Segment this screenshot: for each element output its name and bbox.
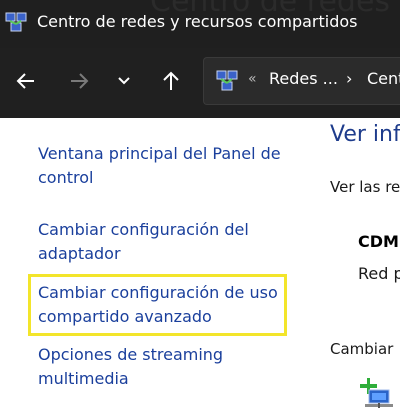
breadcrumb-separator[interactable]: › — [346, 69, 352, 88]
page-heading: Ver info — [330, 122, 400, 147]
network-center-icon — [5, 12, 27, 32]
arrow-left-icon — [16, 73, 34, 89]
network-type: Red p — [358, 264, 400, 283]
arrow-right-icon — [71, 73, 89, 89]
change-section-label: Cambiar — [330, 340, 394, 358]
title-bar: Centro de redes y Centro de redes y recu… — [0, 0, 400, 48]
forward-button[interactable] — [63, 65, 95, 97]
recent-locations-button[interactable] — [108, 65, 140, 97]
content-area: Ventana principal del Panel de control C… — [0, 118, 400, 420]
breadcrumb-redes[interactable]: Redes ... — [269, 69, 338, 88]
breadcrumb-overflow[interactable]: « — [248, 71, 257, 87]
address-bar[interactable]: « Redes ... › Cent — [203, 57, 400, 105]
page-subheading: Ver las re — [330, 178, 400, 196]
new-connection-icon[interactable] — [357, 372, 397, 412]
sidebar-link-media-streaming[interactable]: Opciones de streaming multimedia — [38, 343, 293, 391]
window-title: Centro de redes y recursos compartidos — [37, 12, 358, 31]
arrow-up-icon — [163, 71, 179, 90]
breadcrumb-centro[interactable]: Cent — [367, 69, 400, 88]
up-button[interactable] — [155, 65, 187, 97]
network-name: CDM — [358, 232, 399, 251]
chevron-down-icon — [118, 77, 130, 85]
network-center-icon — [216, 70, 238, 91]
sidebar-link-change-adapter-settings[interactable]: Cambiar configuración del adaptador — [38, 218, 293, 266]
highlight-box — [28, 274, 287, 336]
back-button[interactable] — [10, 65, 42, 97]
sidebar-link-control-panel-home[interactable]: Ventana principal del Panel de control — [38, 142, 293, 190]
